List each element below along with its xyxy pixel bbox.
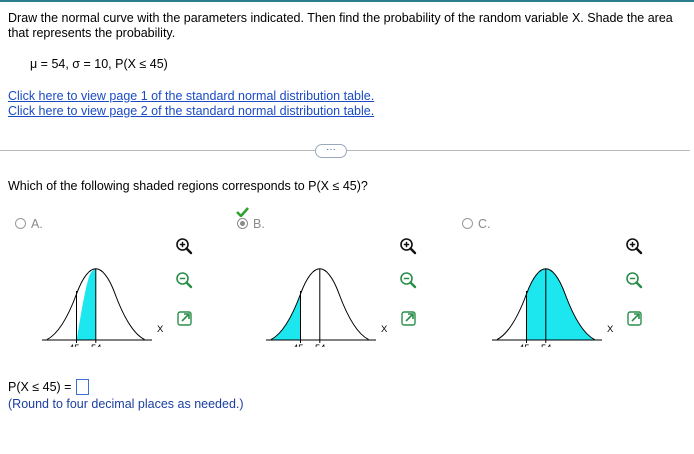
zoom-out-icon[interactable] [399,271,417,289]
subquestion-prompt: Which of the following shaded regions co… [8,179,368,193]
option-c-label: C. [478,217,491,231]
answer-label: P(X ≤ 45) = [8,380,72,394]
option-c-shaded-region [526,268,595,340]
option-b-radio[interactable] [237,218,248,229]
answer-input[interactable] [76,379,89,395]
option-a-shaded-region [76,268,96,342]
option-c-tick-45: 45 [519,343,530,347]
option-c-tick-54: 54 [541,343,552,347]
option-c-axis-label: X [607,324,614,335]
option-a-tick-54: 54 [91,343,102,347]
expand-icon[interactable] [176,309,194,327]
option-a-axis-label: X [157,324,164,335]
option-b-label: B. [253,217,265,231]
option-b-axis-label: X [381,324,388,335]
zoom-in-icon[interactable] [625,237,643,255]
expand-icon[interactable] [400,309,418,327]
option-c-radio[interactable] [462,218,473,229]
question-text: Draw the normal curve with the parameter… [8,11,673,40]
zoom-in-icon[interactable] [175,237,193,255]
option-c-normal-curve[interactable]: 45 54 X [490,262,615,347]
top-accent-line [0,0,694,2]
expand-icon[interactable] [626,309,644,327]
zoom-in-icon[interactable] [399,237,417,255]
option-a-tick-45: 45 [69,343,80,347]
option-b-tick-45: 45 [293,343,304,347]
table-page-1-link[interactable]: Click here to view page 1 of the standar… [8,89,374,103]
option-a-radio[interactable] [15,218,26,229]
correct-check-icon [236,207,249,217]
option-a-normal-curve[interactable]: 45 54 X [40,262,165,347]
option-a-label: A. [31,217,43,231]
option-b-tick-54: 54 [315,343,326,347]
table-page-2-link[interactable]: Click here to view page 2 of the standar… [8,104,374,118]
rounding-note: (Round to four decimal places as needed.… [8,397,244,411]
more-button[interactable]: ··· [315,144,347,158]
zoom-out-icon[interactable] [625,271,643,289]
parameters: μ = 54, σ = 10, P(X ≤ 45) [30,57,168,71]
zoom-out-icon[interactable] [175,271,193,289]
option-b-normal-curve[interactable]: 45 54 X [264,262,389,347]
option-b-shaded-region [271,294,301,340]
